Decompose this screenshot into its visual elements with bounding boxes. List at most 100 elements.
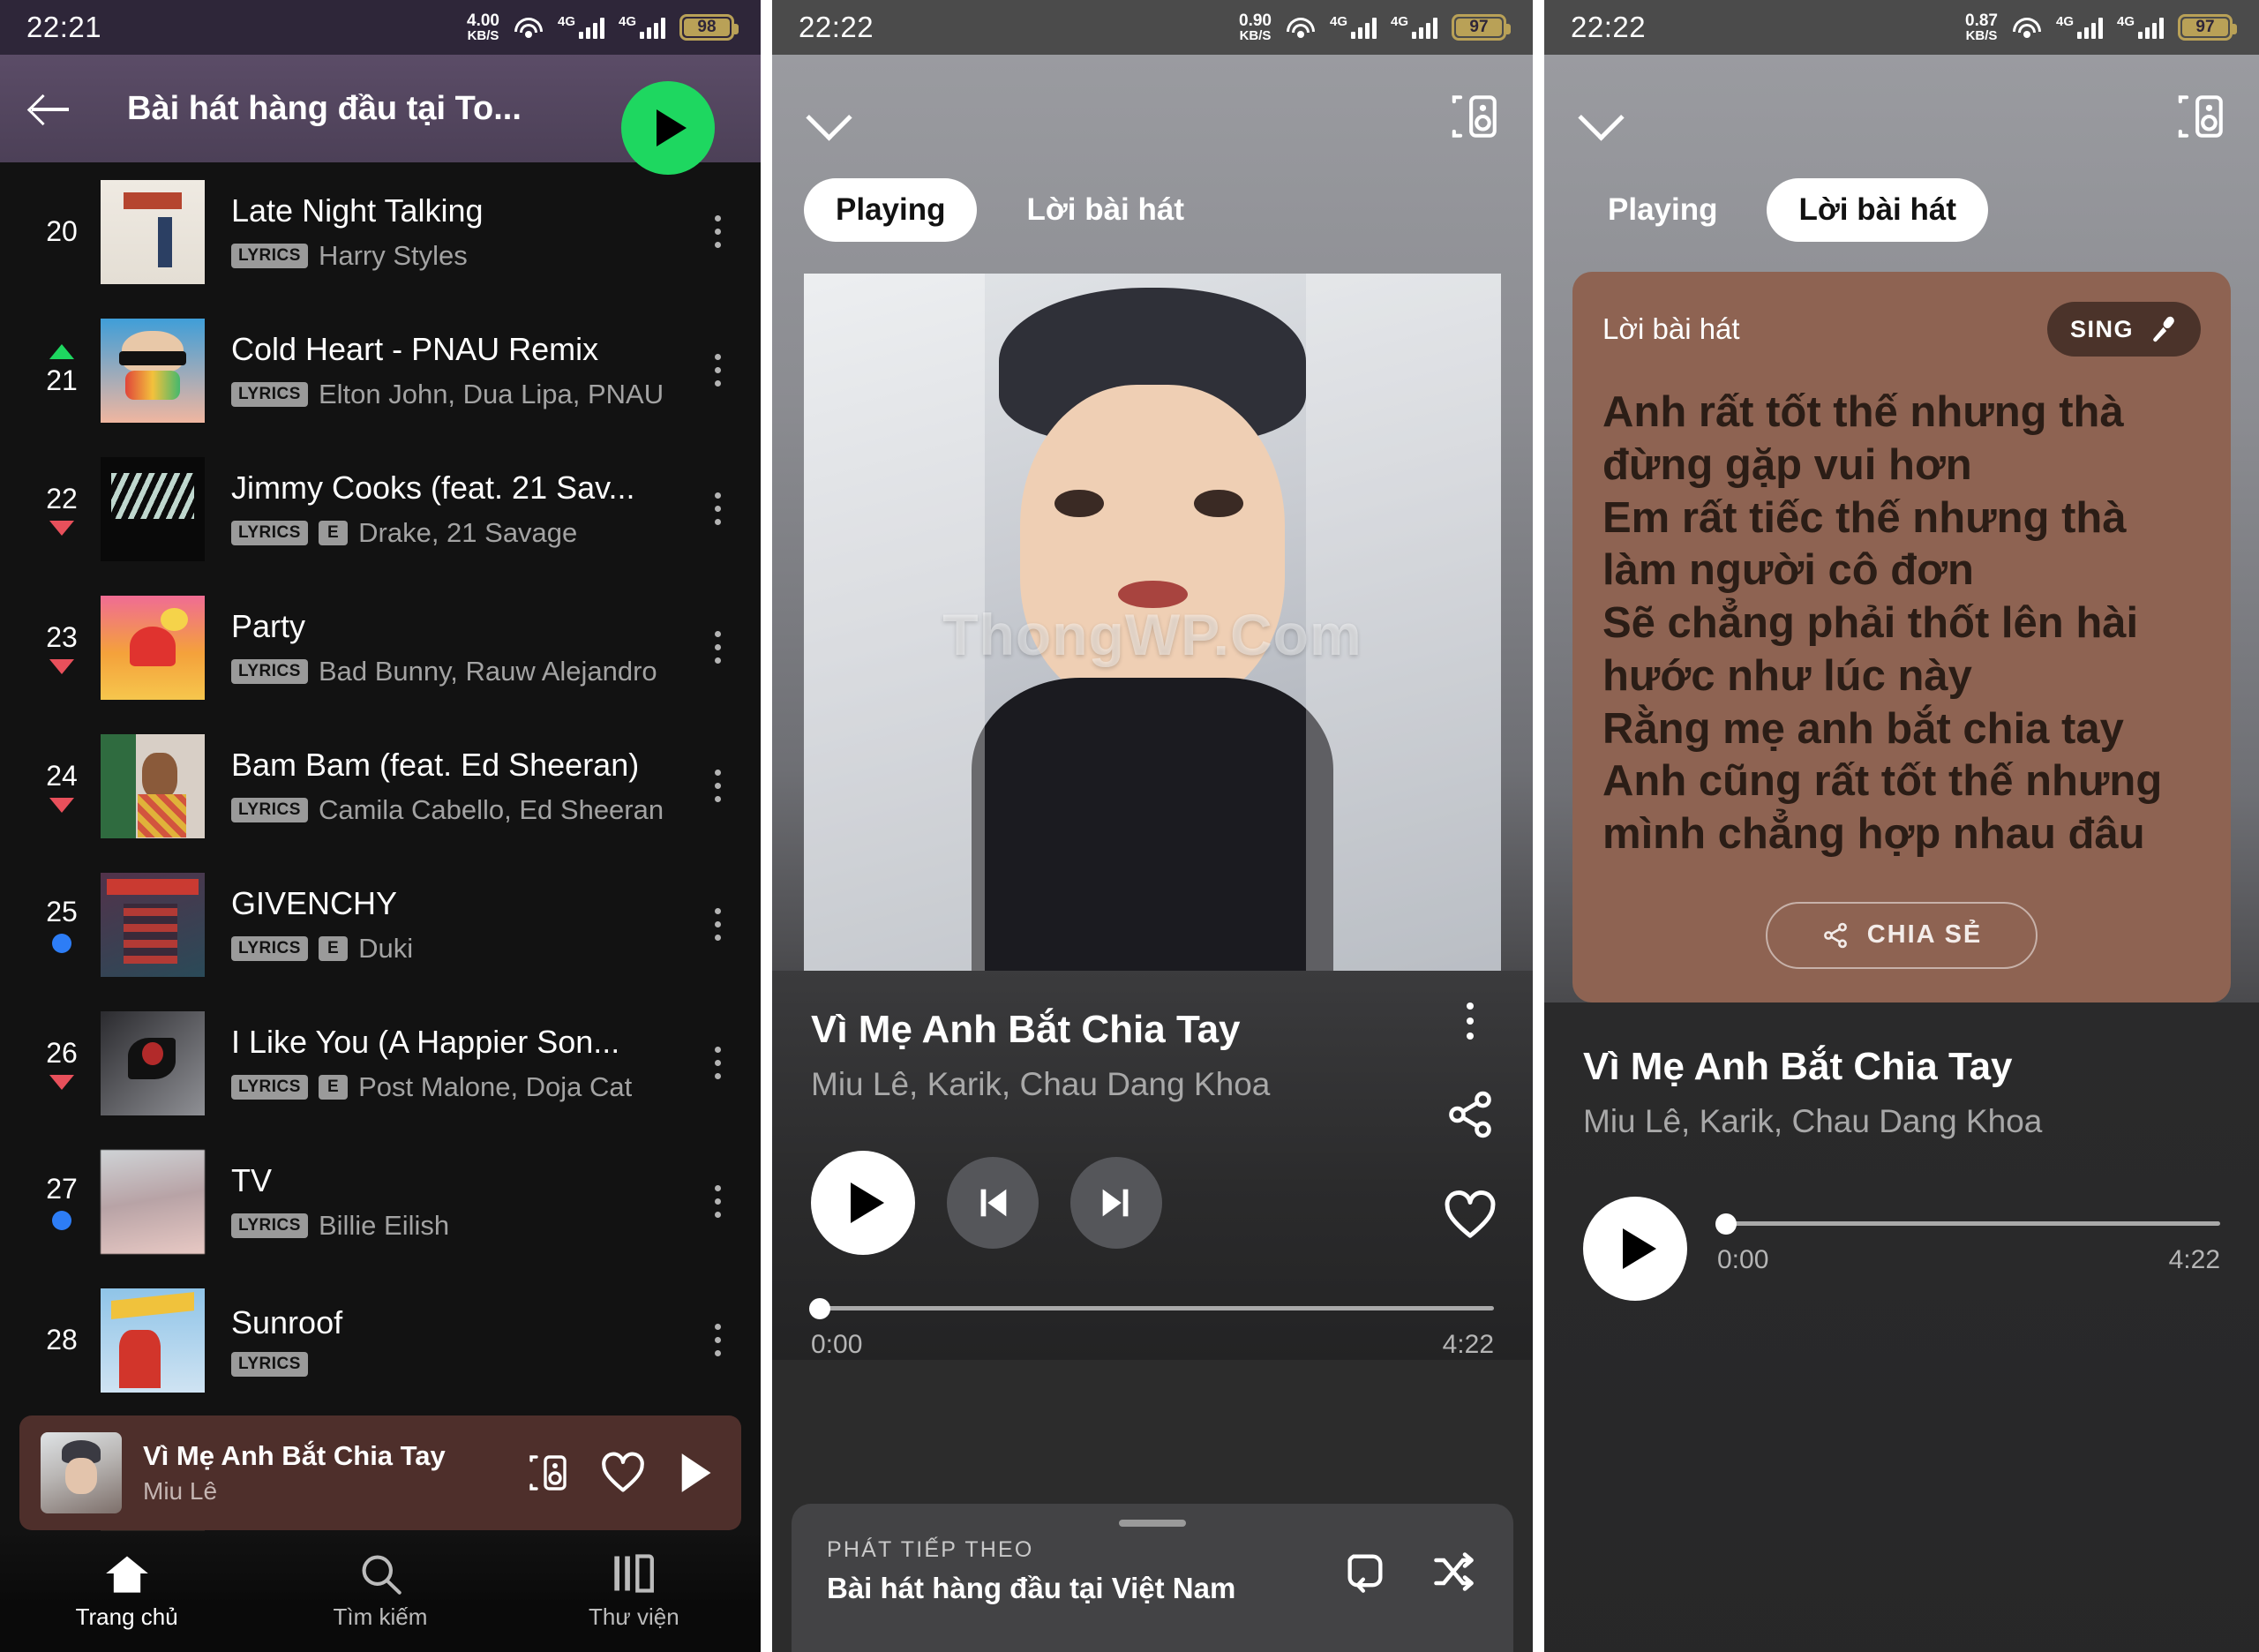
more-vertical-icon[interactable] [697,215,738,248]
seek-knob[interactable] [1715,1213,1737,1235]
next-button[interactable] [1070,1157,1162,1249]
battery-icon: 98 [679,14,739,41]
more-vertical-icon[interactable] [697,908,738,941]
track-title: Bam Bam (feat. Ed Sheeran) [231,746,640,783]
sidebar-item-library[interactable]: Thư viện [507,1552,761,1631]
heart-icon[interactable] [1443,1190,1497,1241]
sing-label: SING [2069,315,2134,342]
now-playing-tabs: Playing Lời bài hát [772,178,1533,242]
table-row[interactable]: 24 Bam Bam (feat. Ed Sheeran) LYRICS Cam… [0,717,761,855]
track-artist: Post Malone, Doja Cat [358,1070,633,1102]
album-art [101,456,205,561]
trend-steady-icon [52,934,71,953]
now-playing-side-actions [1443,1002,1497,1241]
sidebar-item-home[interactable]: Trang chủ [0,1552,253,1631]
seek-knob[interactable] [809,1298,830,1319]
tab-lyrics[interactable]: Lời bài hát [994,178,1216,242]
previous-icon [980,1189,1007,1217]
drag-handle[interactable] [1119,1520,1186,1527]
more-vertical-icon[interactable] [697,492,738,525]
now-playing-artist: Miu Lê, Karik, Chau Dang Khoa [811,1066,1271,1102]
album-art [101,1149,205,1254]
up-next-sheet[interactable]: PHÁT TIẾP THEO Bài hát hàng đầu tại Việt… [792,1504,1513,1652]
table-row[interactable]: 20 Late Night Talking LYRICS Harry Style… [0,162,761,301]
panel-divider [1533,0,1544,1652]
trend-steady-icon [52,1211,71,1230]
trend-down-icon [49,797,74,813]
sing-button[interactable]: SING [2046,302,2201,357]
album-art [101,872,205,977]
album-art [101,733,205,838]
share-icon [1823,922,1847,949]
share-button[interactable]: CHIA SẺ [1766,901,2038,969]
artwork-wrapper: ThongWP.Com [772,242,1533,971]
lyrics-badge: LYRICS [231,243,308,268]
more-vertical-icon[interactable] [697,1047,738,1079]
lyrics-card-header: Lời bài hát SING [1602,302,2201,357]
home-icon [105,1556,148,1593]
status-bar: 22:22 0.87 KB/S 97 [1544,0,2259,55]
repeat-icon[interactable] [1342,1549,1388,1595]
lyrics-badge: LYRICS [231,658,308,684]
lyrics-text: Anh rất tốt thế nhưng thà đừng gặp vui h… [1602,388,2163,859]
chevron-down-icon[interactable] [804,91,855,142]
more-vertical-icon[interactable] [697,1324,738,1356]
table-row[interactable]: 22 Jimmy Cooks (feat. 21 Sav... LYRICS E… [0,439,761,578]
network-speed: 4.00 KB/S [467,11,499,43]
play-button[interactable] [621,81,715,175]
previous-button[interactable] [947,1157,1039,1249]
back-arrow-icon[interactable] [26,85,74,132]
share-icon[interactable] [1445,1089,1496,1140]
footer-controls: 0:00 4:22 [1583,1196,2220,1301]
share-label: CHIA SẺ [1866,920,1983,950]
table-row[interactable]: 26 I Like You (A Happier Son... LYRICS E… [0,994,761,1132]
more-vertical-icon[interactable] [697,631,738,664]
play-button[interactable] [811,1151,915,1255]
table-row[interactable]: 28 Sunroof LYRICS [0,1271,761,1409]
trend-down-icon [49,1074,74,1090]
now-playing-title: Vì Mẹ Anh Bắt Chia Tay [1583,1044,2013,1088]
table-row[interactable]: 27 TV LYRICS Billie Eilish [0,1132,761,1271]
mini-player[interactable]: Vì Mẹ Anh Bắt Chia Tay Miu Lê [19,1415,741,1530]
track-subtitle: LYRICS E Drake, 21 Savage [231,517,697,549]
cast-icon[interactable] [2176,93,2227,140]
heart-icon[interactable] [600,1452,646,1494]
track-rank: 28 [46,1324,78,1355]
signal-icon-sim1 [558,14,604,39]
signal-icon-sim2 [619,14,665,39]
play-button[interactable] [1583,1196,1687,1301]
more-vertical-icon[interactable] [697,1185,738,1218]
cast-icon[interactable] [528,1453,570,1492]
chevron-down-icon[interactable] [1576,91,1627,142]
more-vertical-icon[interactable] [1450,1002,1490,1040]
tab-playing[interactable]: Playing [1576,178,1749,242]
lyrics-footer-player: Vì Mẹ Anh Bắt Chia Tay Miu Lê, Karik, Ch… [1544,1002,2259,1652]
cast-icon[interactable] [1450,93,1501,140]
seek-bar[interactable]: 0:00 4:22 [809,1298,1494,1360]
track-meta: Party LYRICS Bad Bunny, Rauw Alejandro [205,608,697,687]
track-title: TV [231,1161,273,1198]
track-rank: 23 [23,621,101,674]
three-phone-screenshots: 22:21 4.00 KB/S 98 Bài hát hàng đầu tại … [0,0,2259,1652]
table-row[interactable]: 21 Cold Heart - PNAU Remix LYRICS Elton … [0,301,761,439]
battery-icon: 97 [2178,14,2237,41]
more-vertical-icon[interactable] [697,354,738,387]
now-playing-title: Vì Mẹ Anh Bắt Chia Tay [811,1008,1241,1051]
battery-icon: 97 [1452,14,1511,41]
lyrics-badge: LYRICS [231,1351,308,1377]
play-icon[interactable] [676,1452,715,1494]
table-row[interactable]: 25 GIVENCHY LYRICS E Duki [0,855,761,994]
tab-lyrics[interactable]: Lời bài hát [1767,178,1988,242]
shuffle-icon[interactable] [1429,1549,1478,1595]
table-row[interactable]: 23 Party LYRICS Bad Bunny, Rauw Alejandr… [0,578,761,717]
album-artwork: ThongWP.Com [804,274,1501,971]
tab-playing[interactable]: Playing [804,178,978,242]
seek-bar[interactable]: 0:00 4:22 [1715,1213,2220,1275]
up-next-texts: PHÁT TIẾP THEO Bài hát hàng đầu tại Việt… [827,1537,1235,1605]
status-bar: 22:22 0.90 KB/S 97 [772,0,1533,55]
sidebar-item-search[interactable]: Tìm kiếm [253,1552,507,1631]
seek-track [1717,1221,2220,1227]
more-vertical-icon[interactable] [697,770,738,802]
track-artist: Camila Cabello, Ed Sheeran [318,793,664,825]
track-artist: Billie Eilish [318,1209,450,1241]
